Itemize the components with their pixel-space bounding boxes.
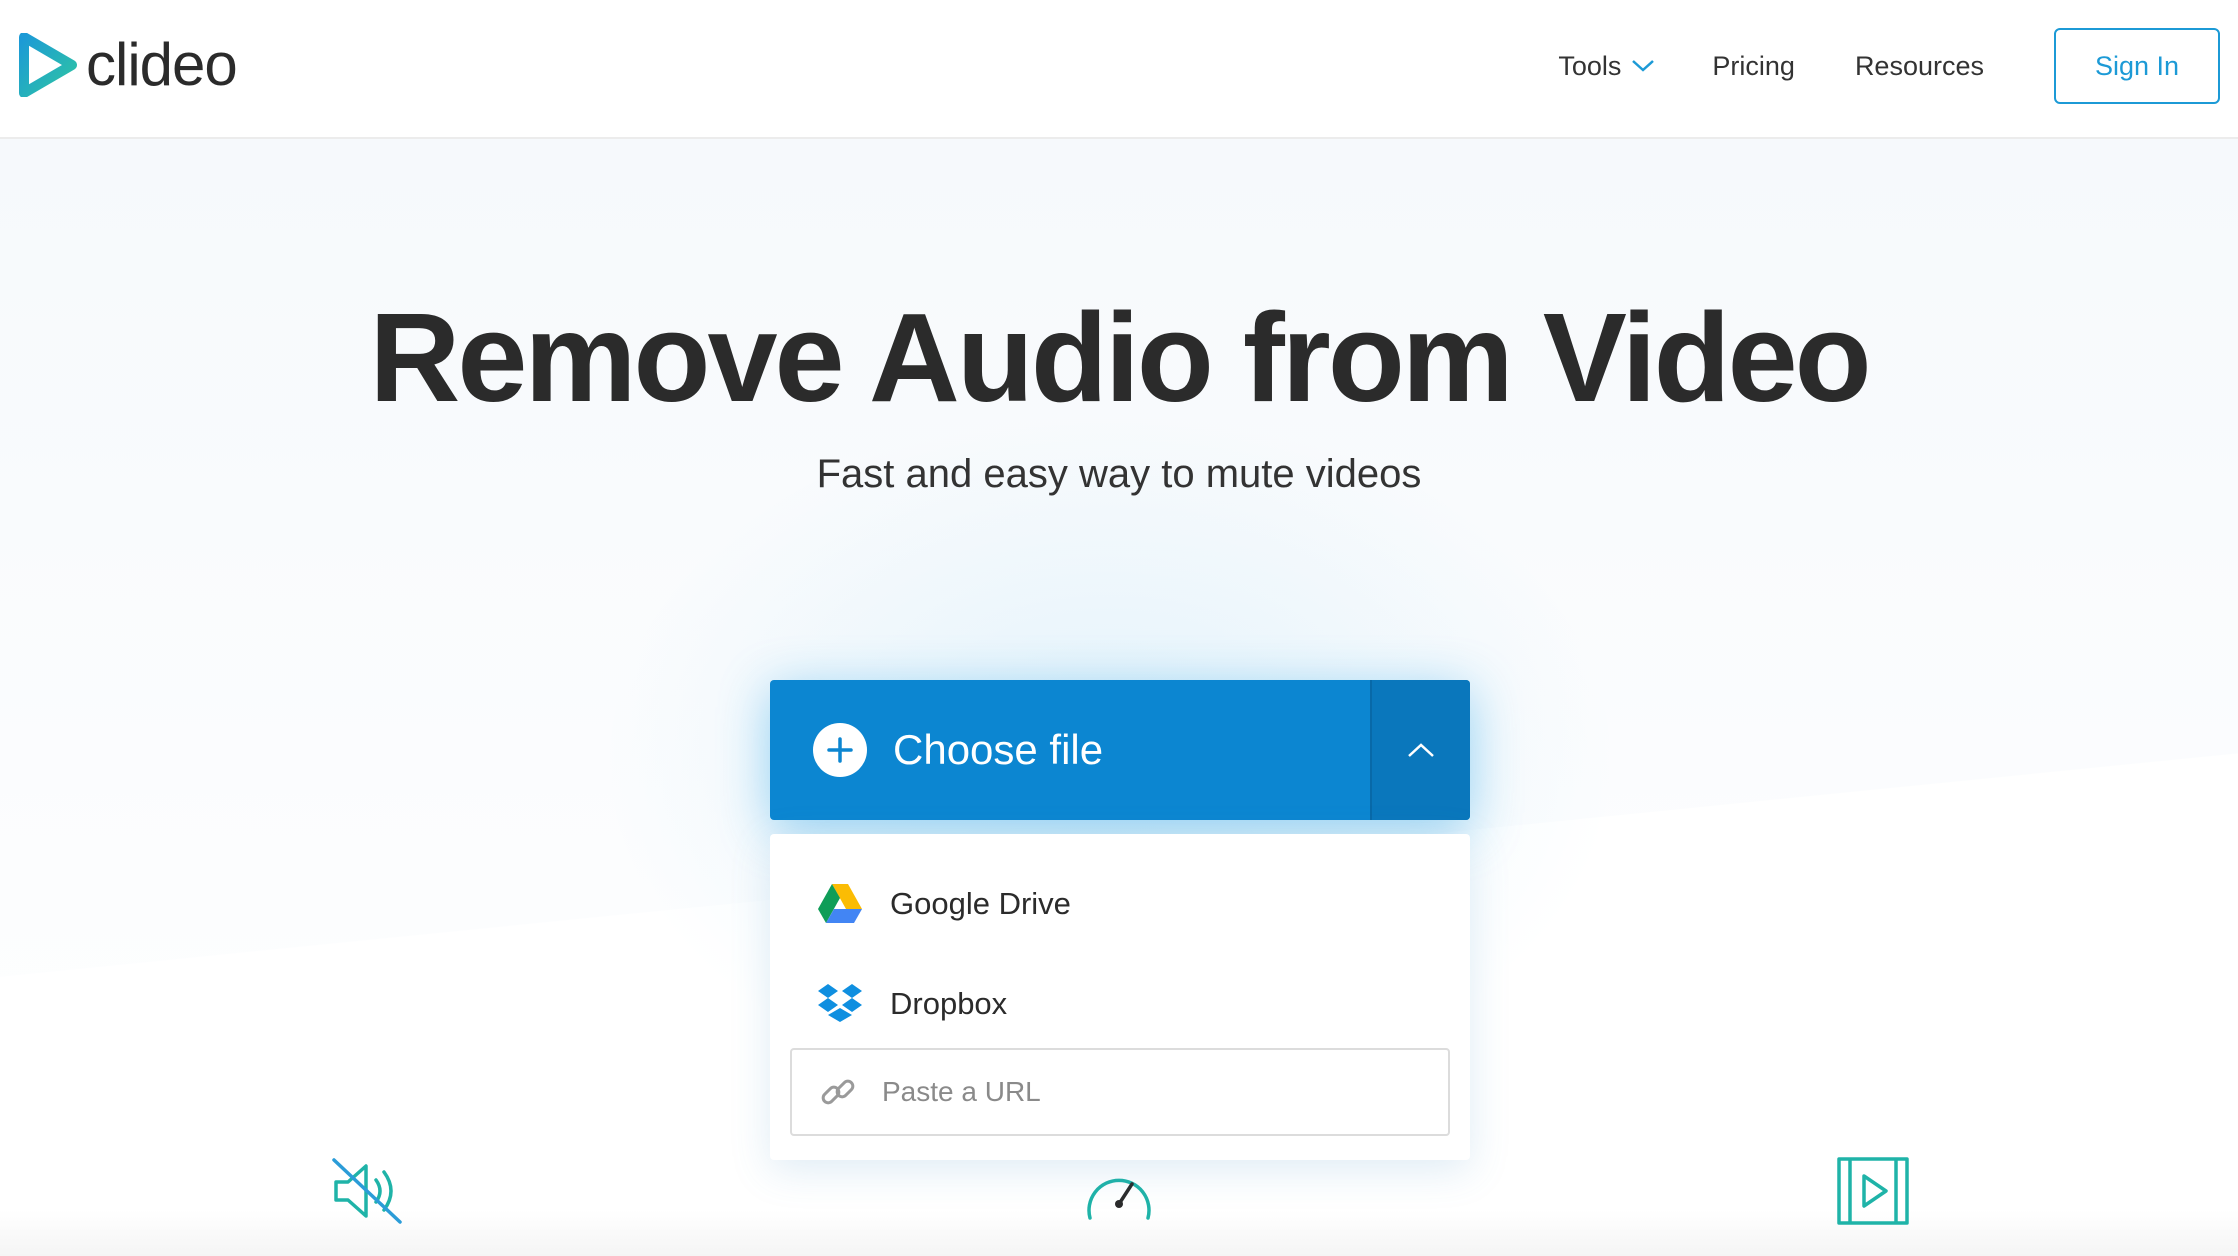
source-dropbox-label: Dropbox [890, 986, 1008, 1021]
nav-tools-label: Tools [1558, 50, 1622, 81]
source-dropbox[interactable]: Dropbox [770, 954, 1470, 1054]
source-google-drive-label: Google Drive [890, 886, 1071, 921]
clideo-logo-icon [19, 33, 77, 97]
source-dropdown-toggle[interactable] [1370, 680, 1470, 820]
nav-resources[interactable]: Resources [1855, 51, 1984, 82]
file-uploader: Choose file Google Drive Dropbox Paste a… [770, 680, 1470, 1160]
chevron-up-icon [1408, 743, 1434, 757]
url-field [790, 1048, 1450, 1136]
google-drive-icon [818, 884, 862, 923]
choose-file-button[interactable]: Choose file [770, 680, 1370, 820]
mute-speaker-icon [332, 1158, 402, 1224]
choose-file-button-group: Choose file [770, 680, 1470, 820]
page-subtitle: Fast and easy way to mute videos [816, 452, 1422, 496]
speedometer-icon [1087, 1178, 1151, 1220]
site-header: clideo Tools Pricing Resources Sign In [0, 0, 2238, 139]
dropbox-icon [818, 984, 862, 1022]
nav-pricing[interactable]: Pricing [1712, 51, 1795, 82]
source-google-drive[interactable]: Google Drive [770, 854, 1470, 954]
link-icon [821, 1079, 855, 1105]
main-nav: Tools Pricing Resources Sign In [1558, 28, 2220, 104]
clideo-logo[interactable]: clideo [18, 31, 238, 98]
source-dropdown: Google Drive Dropbox [770, 834, 1470, 1160]
url-input[interactable] [882, 1076, 1448, 1108]
video-play-icon [1837, 1157, 1909, 1225]
sign-in-button[interactable]: Sign In [2054, 28, 2220, 104]
plus-icon [813, 723, 867, 777]
chevron-down-icon [1632, 60, 1655, 72]
logo-wordmark: clideo [86, 31, 238, 98]
nav-tools[interactable]: Tools [1558, 51, 1655, 82]
choose-file-label: Choose file [893, 726, 1104, 773]
page-title: Remove Audio from Video [369, 287, 1871, 428]
